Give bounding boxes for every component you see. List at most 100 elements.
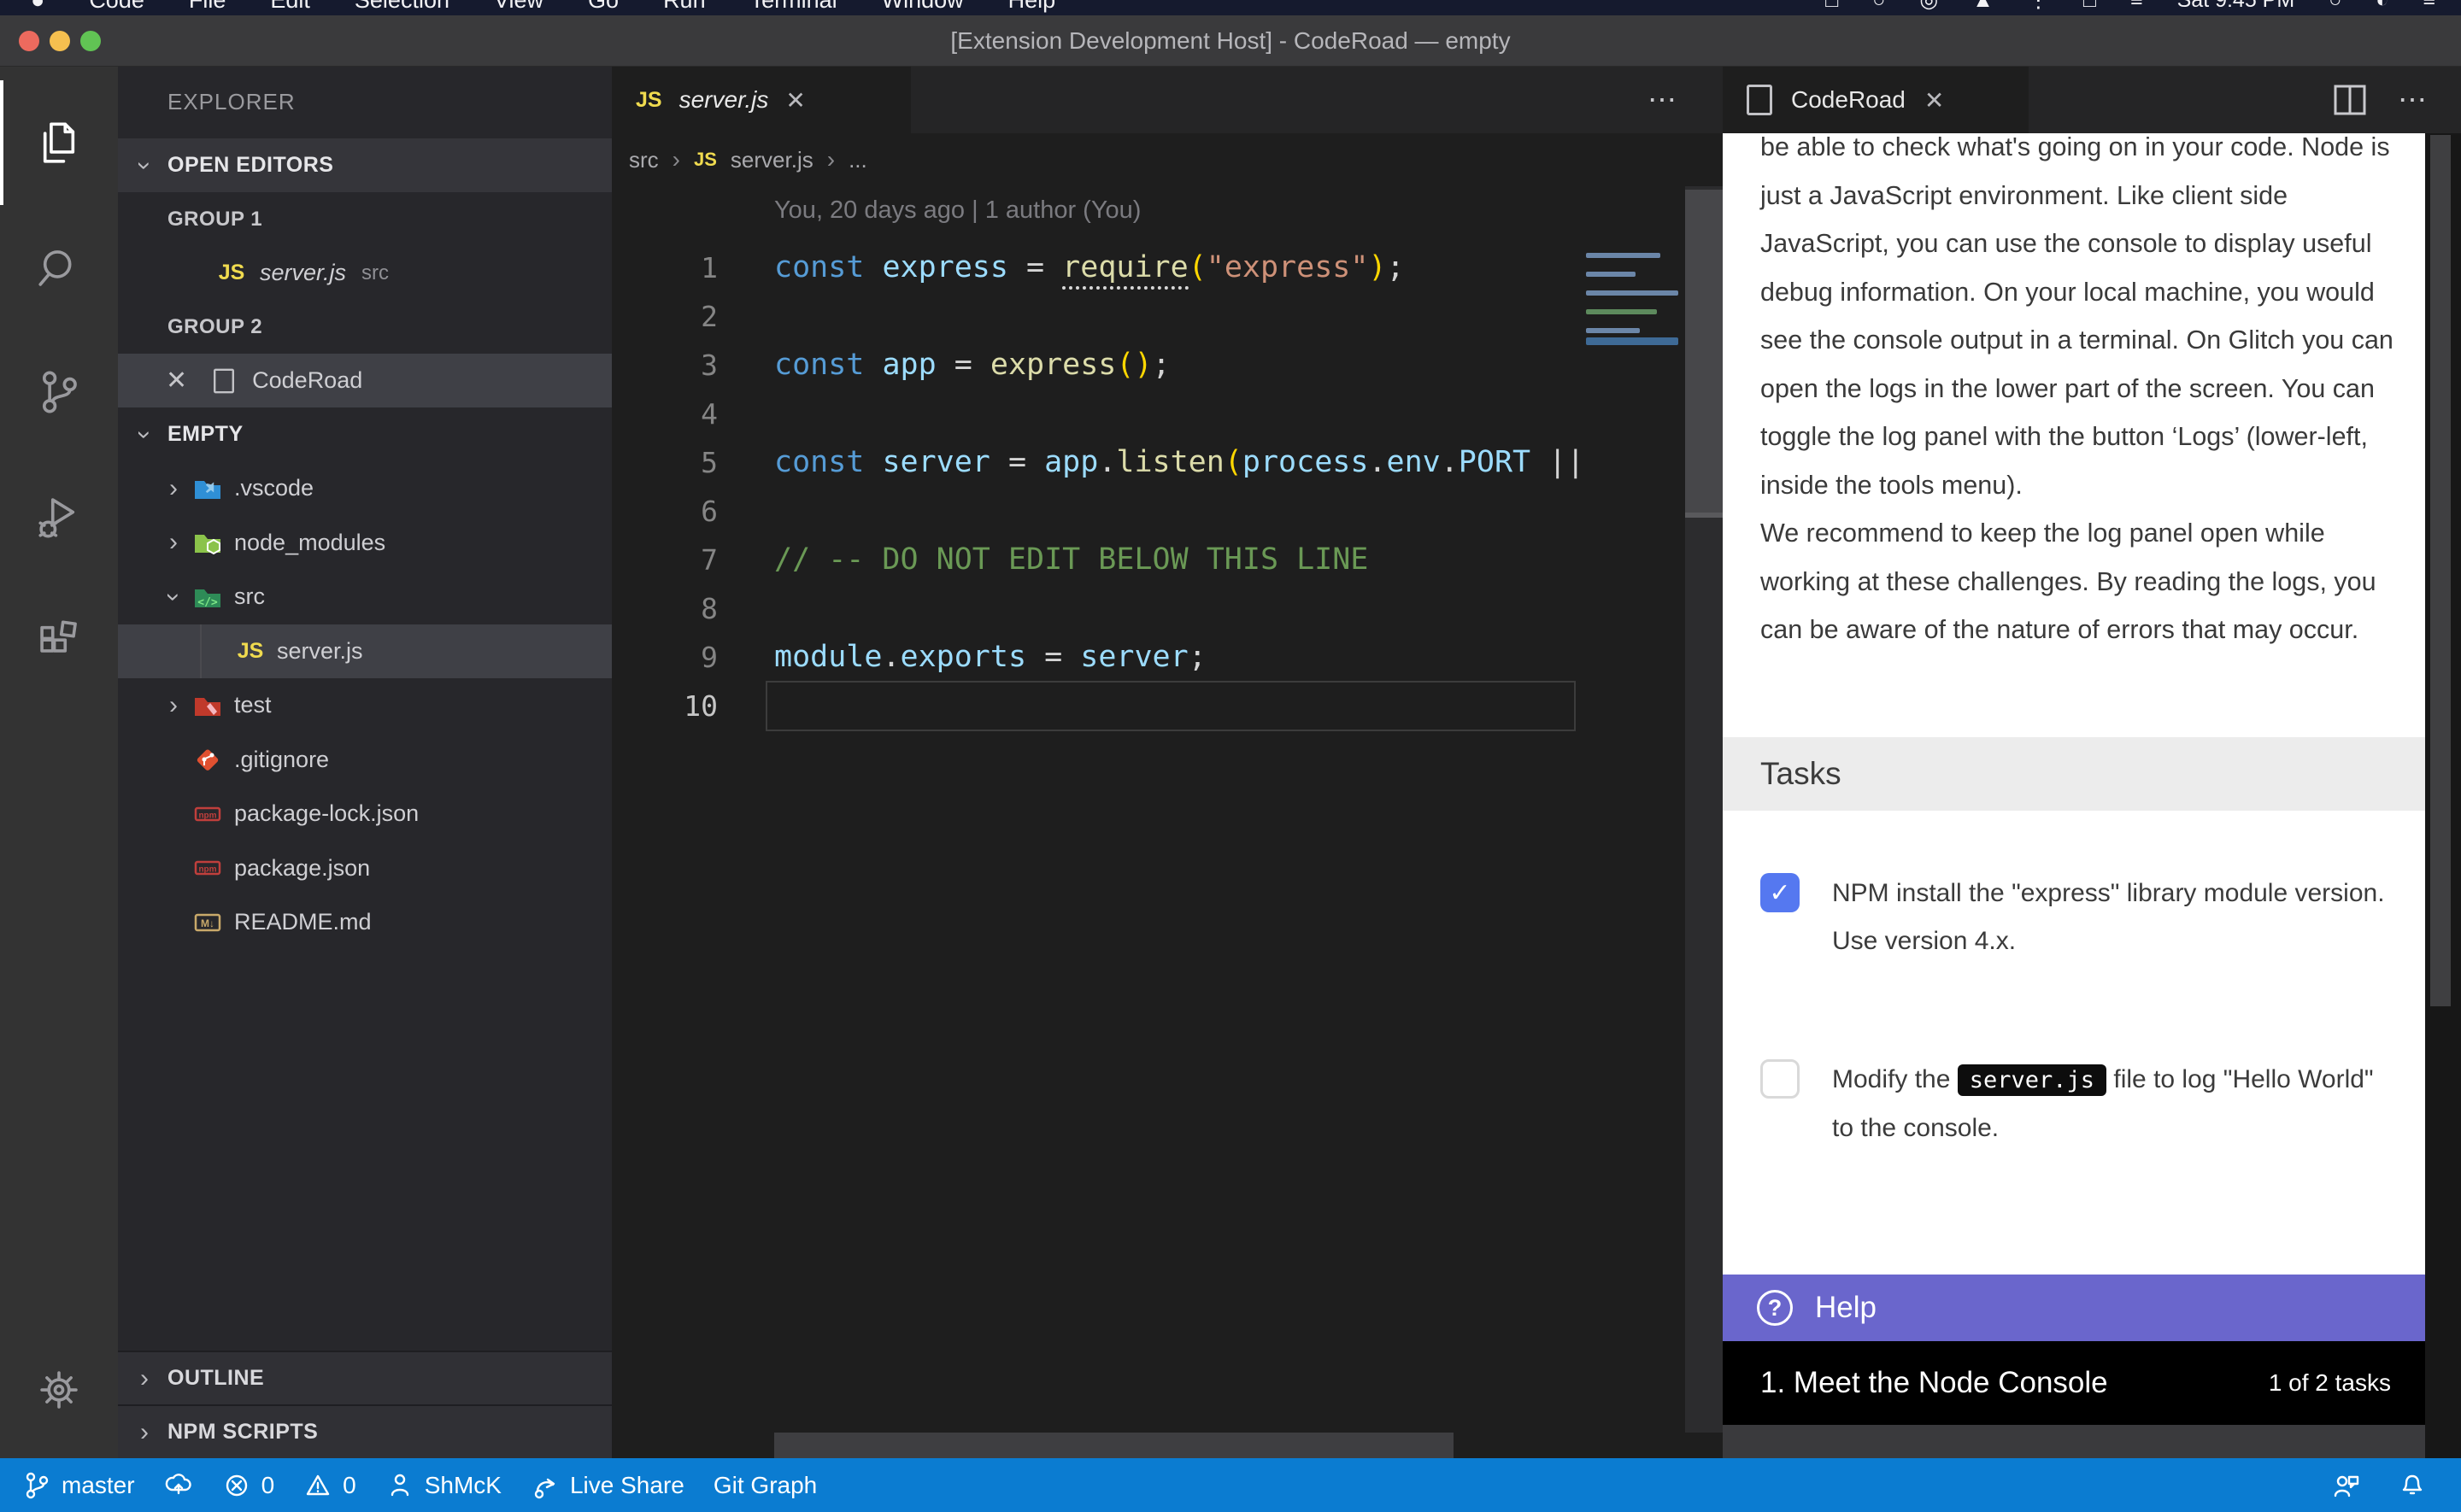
section-header-npmscripts[interactable]: ›NPM SCRIPTS [118, 1404, 612, 1458]
code-line[interactable]: 8 [612, 584, 1579, 633]
close-tab-icon[interactable]: ✕ [1924, 86, 1944, 114]
menu-item-edit[interactable]: Edit [270, 0, 310, 12]
tree-item-nodemodules[interactable]: ›node_modules [118, 516, 612, 570]
menu-status-item[interactable]: ⋮ [2028, 0, 2049, 11]
menu-status-item[interactable]: ≡ [2130, 0, 2143, 11]
tab-coderoad[interactable]: CodeRoad ✕ [1723, 67, 2029, 133]
tree-item-gitignore[interactable]: ›.gitignore [118, 733, 612, 787]
status-item-gitgraph[interactable]: Git Graph [714, 1472, 817, 1499]
menu-status-item[interactable]: ○ [2329, 0, 2341, 11]
activity-bar-item-source-control[interactable] [0, 330, 118, 454]
tree-item-packagelockjson[interactable]: ›npmpackage-lock.json [118, 787, 612, 841]
menu-status-item[interactable]: □ [1825, 0, 1838, 11]
line-number: 3 [612, 341, 718, 390]
js-file-icon: JS [694, 149, 717, 171]
menu-item-selection[interactable]: Selection [355, 0, 449, 12]
status-item-liveshare[interactable]: Live Share [531, 1471, 684, 1500]
editor-horizontal-scrollbar[interactable] [612, 1433, 1723, 1458]
menu-status-item[interactable]: ○ [1872, 0, 1885, 11]
code-line[interactable]: 3const app = express(); [612, 341, 1579, 390]
tree-item-readmemd[interactable]: ›M↓README.md [118, 895, 612, 949]
breadcrumb-item-serverjs[interactable]: server.js [731, 147, 813, 173]
status-item-cloud[interactable] [164, 1471, 193, 1500]
menu-status-item[interactable]: Sat 9:45 PM [2177, 0, 2295, 11]
code-line[interactable]: 7// -- DO NOT EDIT BELOW THIS LINE [612, 536, 1579, 584]
scrollbar-thumb[interactable] [2430, 135, 2451, 1006]
status-item-[interactable]: 0 [303, 1471, 356, 1500]
activity-bar-item-explorer[interactable] [0, 80, 118, 205]
task-checkbox-checked[interactable]: ✓ [1760, 873, 1800, 912]
task-item: Modify the server.js file to log "Hello … [1760, 1056, 2393, 1152]
status-item-shmck[interactable]: ShMcK [385, 1471, 502, 1500]
more-actions-icon[interactable]: ⋯ [2398, 83, 2427, 117]
breadcrumb-item-[interactable]: ... [849, 147, 867, 173]
tab-title: CodeRoad [1791, 86, 1906, 114]
minimap[interactable] [1579, 186, 1685, 1433]
activity-bar-item-run-debug[interactable] [0, 454, 118, 579]
code-line[interactable]: 10 [612, 682, 1579, 730]
window-title-bar[interactable]: [Extension Development Host] - CodeRoad … [0, 15, 2461, 67]
menu-status-item[interactable]: ◐ [2376, 0, 2388, 11]
code-line[interactable]: 9module.exports = server; [612, 633, 1579, 682]
menu-item-[interactable]: ● [31, 0, 44, 12]
code-line[interactable]: 4 [612, 390, 1579, 438]
menu-item-window[interactable]: Window [882, 0, 964, 12]
menu-item-run[interactable]: Run [663, 0, 706, 12]
window-title: [Extension Development Host] - CodeRoad … [0, 27, 2461, 55]
folder-section-header-empty[interactable]: ›EMPTY [118, 407, 612, 461]
panel-scrollbar[interactable] [2425, 133, 2461, 1458]
activity-bar-item-settings-gear[interactable] [0, 1327, 118, 1452]
scrollbar-thumb[interactable] [1685, 190, 1723, 518]
open-editor-item-serverjs[interactable]: JSserver.jssrc [118, 246, 612, 300]
tree-item-label: .vscode [234, 475, 314, 501]
menu-item-go[interactable]: Go [588, 0, 619, 12]
open-editors-section-header[interactable]: ›OPEN EDITORS [118, 138, 612, 192]
tab-server-js[interactable]: JS server.js ✕ [612, 67, 911, 133]
help-bar[interactable]: ? Help [1723, 1275, 2425, 1341]
tree-item-serverjs[interactable]: ›JSserver.js [118, 624, 612, 678]
code-line[interactable]: 2 [612, 292, 1579, 341]
tree-item-packagejson[interactable]: ›npmpackage.json [118, 841, 612, 895]
breadcrumb[interactable]: src›JSserver.js›... [629, 133, 867, 186]
menu-status-item[interactable]: ◎ [1919, 0, 1938, 11]
menu-item-file[interactable]: File [189, 0, 226, 12]
editor-vertical-scrollbar[interactable] [1685, 186, 1723, 1433]
close-editor-icon[interactable]: ✕ [166, 366, 187, 396]
menu-item-view[interactable]: View [494, 0, 543, 12]
status-item-master[interactable]: master [22, 1471, 135, 1500]
minimap-line [1586, 272, 1636, 277]
chevron-right-icon: › [133, 1368, 156, 1390]
editor-actions-more-icon[interactable]: ⋯ [1648, 67, 1677, 133]
activity-bar-item-extensions[interactable] [0, 579, 118, 704]
code-line[interactable]: 6 [612, 487, 1579, 536]
tree-item-vscode[interactable]: ›.vscode [118, 461, 612, 515]
menu-status-item[interactable]: ≡ [2423, 0, 2435, 11]
menu-status-item[interactable]: ▲ [1972, 0, 1994, 11]
scrollbar-thumb[interactable] [774, 1433, 1454, 1458]
svg-text:M↓: M↓ [201, 917, 214, 929]
activity-bar-item-search[interactable] [0, 205, 118, 330]
menu-item-help[interactable]: Help [1008, 0, 1056, 12]
menu-status-item[interactable]: □ [2083, 0, 2096, 11]
gitlens-annotation: You, 20 days ago | 1 author (You) [774, 196, 1141, 225]
status-item-[interactable]: 0 [222, 1471, 275, 1500]
tree-item-src[interactable]: ›</>src [118, 570, 612, 624]
code-line[interactable]: 5const server = app.listen(process.env.P… [612, 438, 1579, 487]
breadcrumb-item-src[interactable]: src [629, 147, 659, 173]
lesson-footer[interactable]: 1. Meet the Node Console 1 of 2 tasks [1723, 1341, 2425, 1425]
status-item-bell-icon[interactable] [2398, 1471, 2427, 1500]
status-item-feedback-icon[interactable] [2331, 1471, 2360, 1500]
menu-item-code[interactable]: Code [89, 0, 144, 12]
status-item-label: Live Share [570, 1472, 684, 1499]
open-editor-item-coderoad[interactable]: ✕CodeRoad [118, 354, 612, 407]
code-editor[interactable]: You, 20 days ago | 1 author (You) 1const… [612, 186, 1579, 1433]
close-tab-icon[interactable]: ✕ [785, 86, 805, 114]
section-header-outline[interactable]: ›OUTLINE [118, 1351, 612, 1404]
menu-item-terminal[interactable]: Terminal [750, 0, 837, 12]
code-line[interactable]: 1const express = require("express"); [612, 243, 1579, 292]
split-editor-icon[interactable] [2333, 83, 2367, 117]
task-checkbox-unchecked[interactable] [1760, 1059, 1800, 1099]
tree-item-test[interactable]: ›test [118, 678, 612, 732]
inline-code-chip: server.js [1958, 1064, 2106, 1096]
editor-group: JS server.js ✕ ⋯ src›JSserver.js›... You… [612, 67, 1723, 1458]
